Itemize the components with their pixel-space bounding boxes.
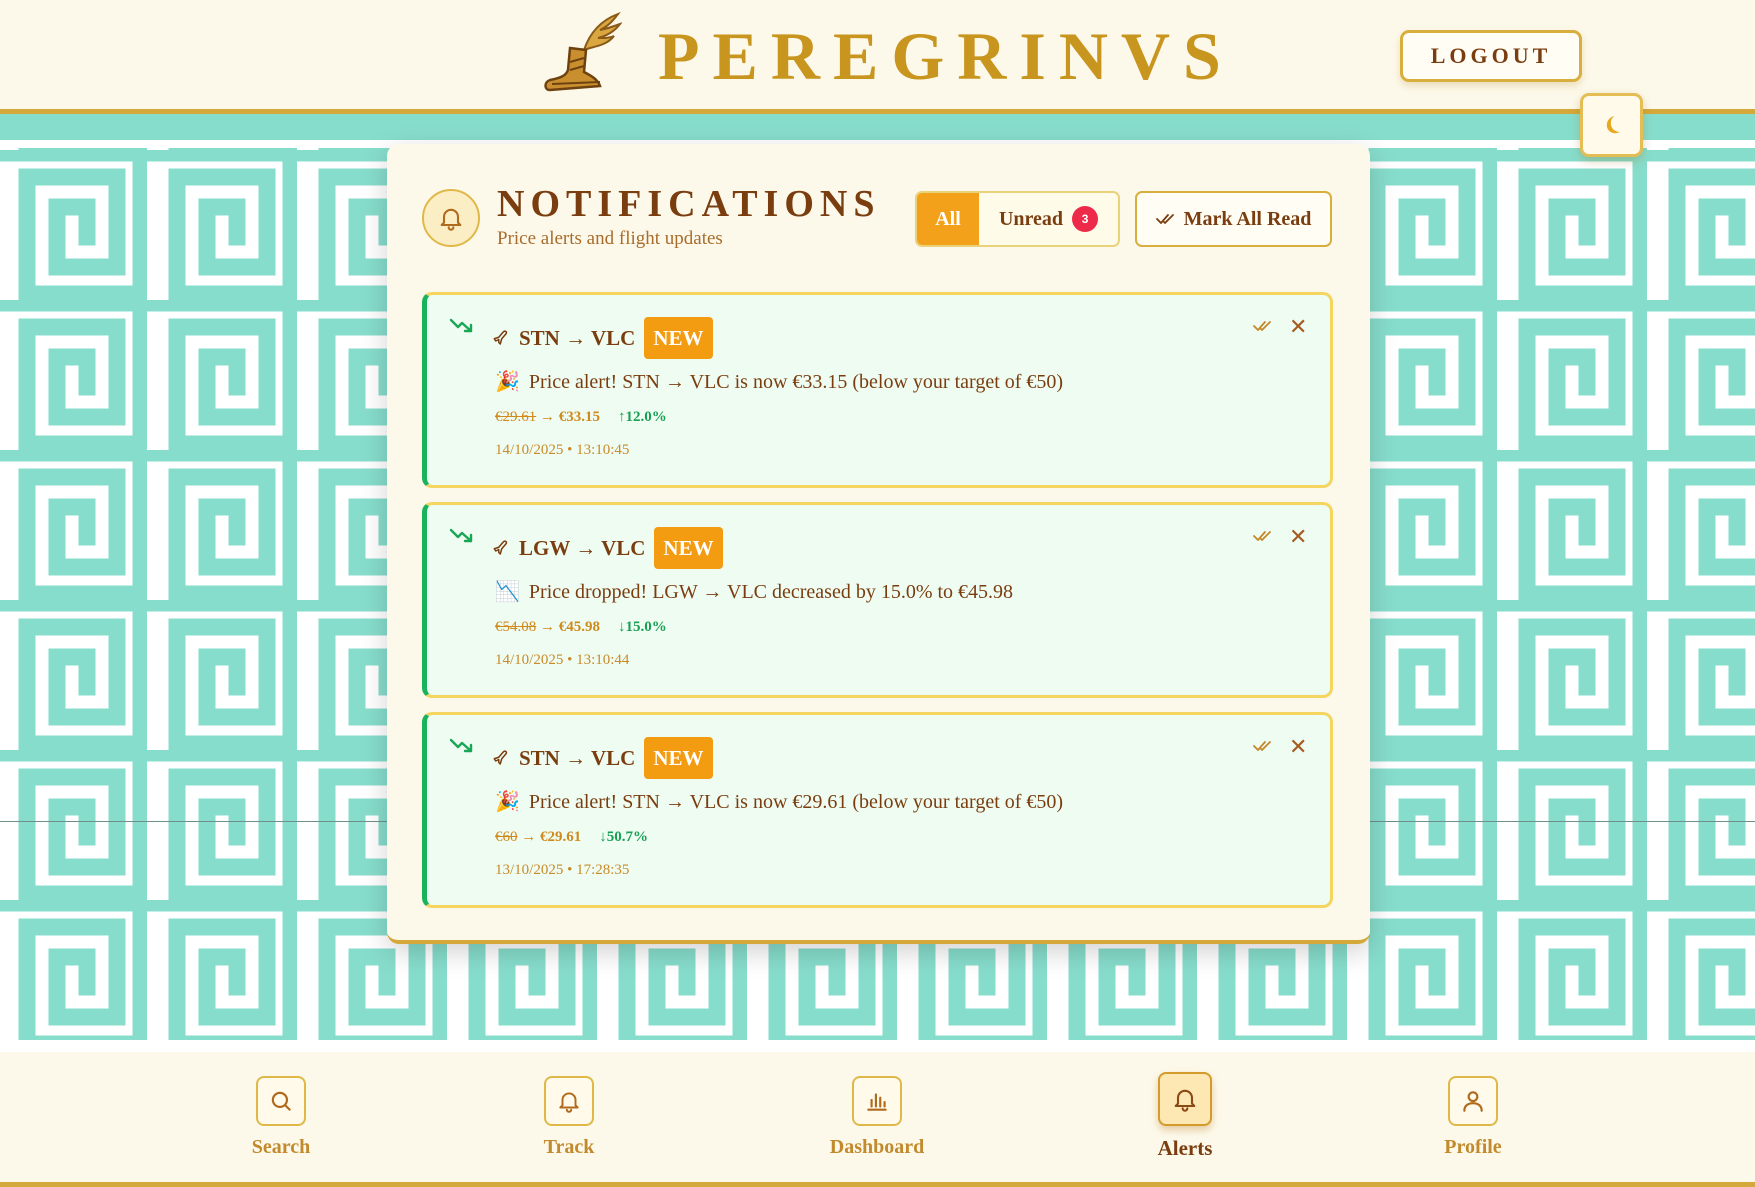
route-label: STN → VLC <box>519 325 636 350</box>
notification-route: STN → VLC NEW <box>492 737 713 779</box>
nav-item-alerts[interactable]: Alerts <box>1120 1072 1250 1166</box>
nav-label-alerts: Alerts <box>1157 1136 1213 1160</box>
bell-icon <box>559 1092 579 1113</box>
nav-item-search[interactable]: Search <box>216 1076 346 1166</box>
theme-toggle-button[interactable] <box>1580 93 1643 157</box>
mark-all-read-button[interactable]: Mark All Read <box>1135 191 1332 247</box>
trending-down-icon <box>449 528 473 543</box>
filter-unread-label: Unread <box>998 207 1064 230</box>
new-price: €45.98 <box>558 619 600 635</box>
filter-unread-tab[interactable]: Unread 3 <box>979 193 1118 245</box>
message-text: Price dropped! LGW → VLC decreased by 15… <box>528 581 1014 603</box>
bottom-navigation: Search Track Dashboard Alerts Profile <box>0 1052 1755 1187</box>
old-price: €29.61 <box>495 409 537 425</box>
bell-icon <box>440 208 462 231</box>
nav-item-dashboard[interactable]: Dashboard <box>812 1076 942 1166</box>
new-badge: NEW <box>654 527 723 569</box>
page-subtitle: Price alerts and flight updates <box>497 228 723 249</box>
notification-card[interactable]: STN → VLC NEW 🎉 Price alert! STN → VLC i… <box>422 712 1333 908</box>
message-text: Price alert! STN → VLC is now €33.15 (be… <box>528 371 1064 393</box>
close-icon[interactable]: ✕ <box>1289 737 1307 759</box>
panel-bell-badge <box>422 189 480 247</box>
notification-card[interactable]: STN → VLC NEW 🎉 Price alert! STN → VLC i… <box>422 292 1333 488</box>
percent-change: ↓15.0% <box>618 619 667 635</box>
moon-icon <box>1606 116 1620 134</box>
close-icon[interactable]: ✕ <box>1289 527 1307 549</box>
filter-all-tab[interactable]: All <box>917 193 979 245</box>
new-badge: NEW <box>644 317 713 359</box>
user-icon <box>1463 1091 1483 1112</box>
mark-read-icon[interactable] <box>1253 739 1273 753</box>
double-check-icon <box>1155 214 1174 224</box>
bar-chart-icon <box>867 1093 887 1111</box>
nav-icon-box <box>544 1076 594 1126</box>
nav-label-track: Track <box>543 1136 595 1158</box>
notification-card[interactable]: LGW → VLC NEW 📉 Price dropped! LGW → VLC… <box>422 502 1333 698</box>
message-text: Price alert! STN → VLC is now €29.61 (be… <box>528 791 1064 813</box>
notification-filter: All Unread 3 <box>915 191 1120 247</box>
notifications-panel: NOTIFICATIONS Price alerts and flight up… <box>387 144 1370 944</box>
price-change-row: €29.61 → €33.15 ↑12.0% <box>495 409 667 426</box>
old-price: €54.08 <box>495 619 537 635</box>
new-price: €29.61 <box>540 829 582 845</box>
percent-change: ↑12.0% <box>618 409 667 425</box>
party-popper-icon: 🎉 <box>495 371 520 393</box>
close-icon[interactable]: ✕ <box>1289 317 1307 339</box>
notification-message: 📉 Price dropped! LGW → VLC decreased by … <box>495 579 1013 605</box>
trending-down-icon <box>449 738 473 753</box>
airplane-icon <box>493 750 508 765</box>
mark-read-icon[interactable] <box>1253 529 1273 543</box>
airplane-icon <box>493 330 508 345</box>
notification-message: 🎉 Price alert! STN → VLC is now €29.61 (… <box>495 789 1063 815</box>
brand-title: PEREGRINVS <box>658 18 1234 94</box>
logout-button[interactable]: LOGOUT <box>1400 30 1582 82</box>
notification-route: STN → VLC NEW <box>492 317 713 359</box>
app-header: PEREGRINVS LOGOUT <box>0 0 1755 114</box>
route-label: STN → VLC <box>519 745 636 770</box>
price-arrow: → <box>540 619 555 635</box>
airplane-icon <box>493 540 508 555</box>
nav-item-profile[interactable]: Profile <box>1408 1076 1538 1166</box>
nav-label-search: Search <box>251 1136 311 1158</box>
nav-icon-box <box>852 1076 902 1126</box>
price-change-row: €60 → €29.61 ↓50.7% <box>495 829 648 846</box>
page-title: NOTIFICATIONS <box>497 183 881 225</box>
unread-count-badge: 3 <box>1072 206 1099 232</box>
winged-sandal-icon <box>544 11 622 92</box>
bell-icon <box>1174 1089 1196 1112</box>
percent-change: ↓50.7% <box>599 829 648 845</box>
mark-read-icon[interactable] <box>1253 319 1273 333</box>
search-icon <box>271 1091 291 1111</box>
nav-label-profile: Profile <box>1444 1136 1502 1158</box>
new-badge: NEW <box>644 737 713 779</box>
price-change-row: €54.08 → €45.98 ↓15.0% <box>495 619 667 636</box>
notification-timestamp: 13/10/2025 • 17:28:35 <box>495 862 630 878</box>
notification-timestamp: 14/10/2025 • 13:10:44 <box>495 652 630 668</box>
mark-all-read-label: Mark All Read <box>1183 207 1312 230</box>
trending-down-icon <box>449 318 473 333</box>
price-arrow: → <box>521 829 537 845</box>
nav-item-track[interactable]: Track <box>504 1076 634 1166</box>
new-price: €33.15 <box>558 409 600 425</box>
chart-decreasing-icon: 📉 <box>495 581 520 603</box>
nav-label-dashboard: Dashboard <box>829 1136 925 1158</box>
price-arrow: → <box>540 409 555 425</box>
nav-icon-box <box>256 1076 306 1126</box>
notification-message: 🎉 Price alert! STN → VLC is now €33.15 (… <box>495 369 1063 395</box>
notification-timestamp: 14/10/2025 • 13:10:45 <box>495 442 630 458</box>
party-popper-icon: 🎉 <box>495 791 520 813</box>
route-label: LGW → VLC <box>519 535 646 560</box>
nav-icon-box-active <box>1158 1072 1212 1126</box>
notification-route: LGW → VLC NEW <box>492 527 723 569</box>
nav-icon-box <box>1448 1076 1498 1126</box>
old-price: €60 <box>495 829 518 845</box>
